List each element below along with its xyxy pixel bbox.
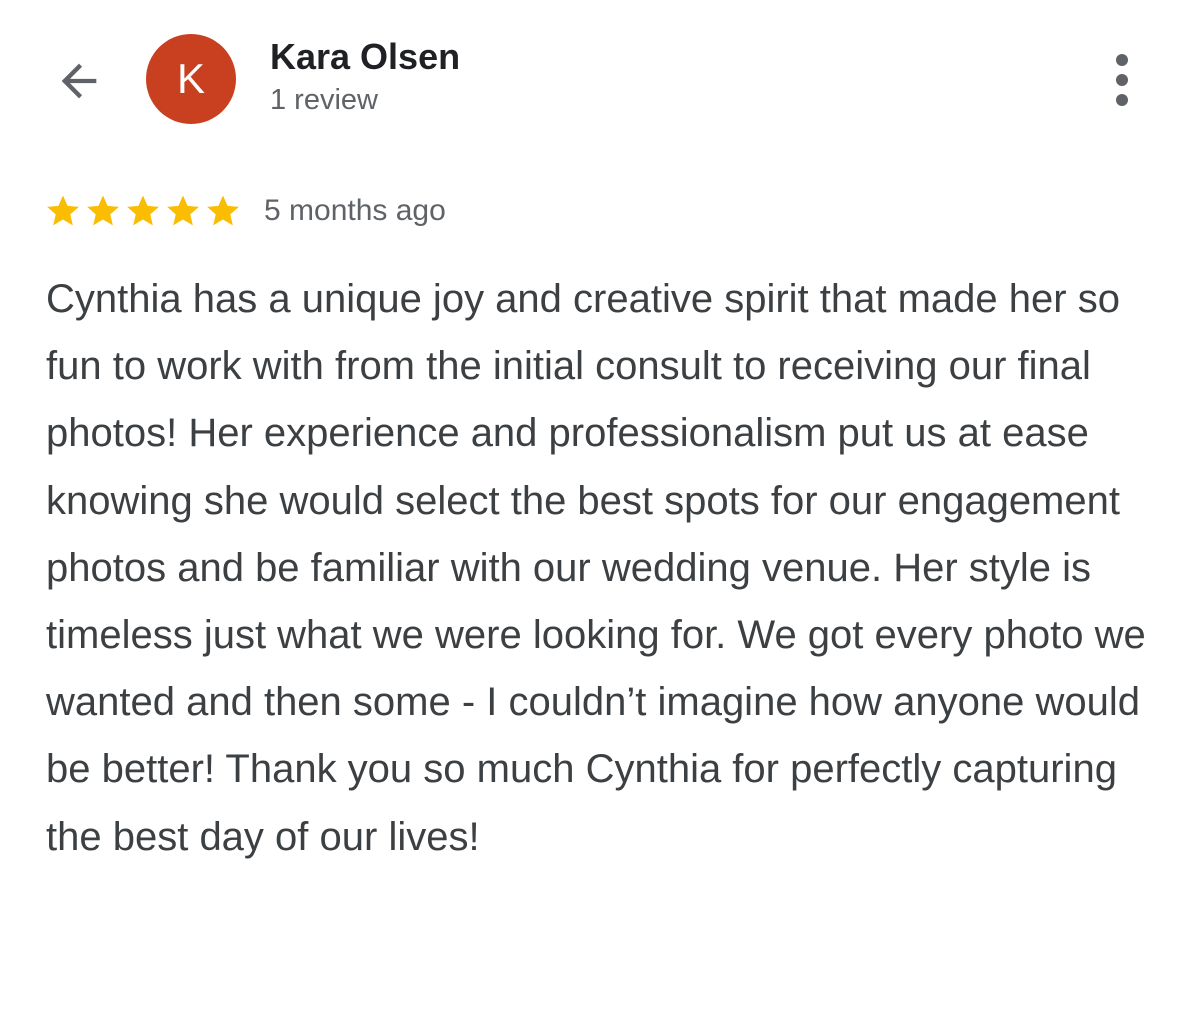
avatar-letter: K bbox=[176, 55, 205, 102]
arrow-left-icon bbox=[61, 63, 97, 99]
review-count: 1 review bbox=[270, 84, 378, 116]
more-options-button[interactable] bbox=[1100, 52, 1144, 108]
review-time: 5 months ago bbox=[264, 194, 446, 227]
star-icon bbox=[87, 195, 119, 226]
more-vertical-icon-dot bbox=[1116, 94, 1128, 106]
rating-row: 5 months ago bbox=[44, 188, 446, 234]
star-icon bbox=[127, 195, 159, 226]
reviewer-name[interactable]: Kara Olsen bbox=[270, 36, 460, 78]
star-icon bbox=[47, 195, 79, 226]
review-text: Cynthia has a unique joy and creative sp… bbox=[46, 277, 1146, 859]
star-icon bbox=[167, 195, 199, 226]
star-rating bbox=[44, 192, 242, 230]
star-icon bbox=[207, 195, 239, 226]
back-button[interactable] bbox=[46, 48, 112, 114]
more-vertical-icon bbox=[1116, 54, 1128, 66]
review-detail-page: K Kara Olsen 1 review 5 months ago Cynth… bbox=[0, 0, 1200, 1021]
more-vertical-icon-dot bbox=[1116, 74, 1128, 86]
avatar[interactable]: K bbox=[146, 34, 236, 124]
